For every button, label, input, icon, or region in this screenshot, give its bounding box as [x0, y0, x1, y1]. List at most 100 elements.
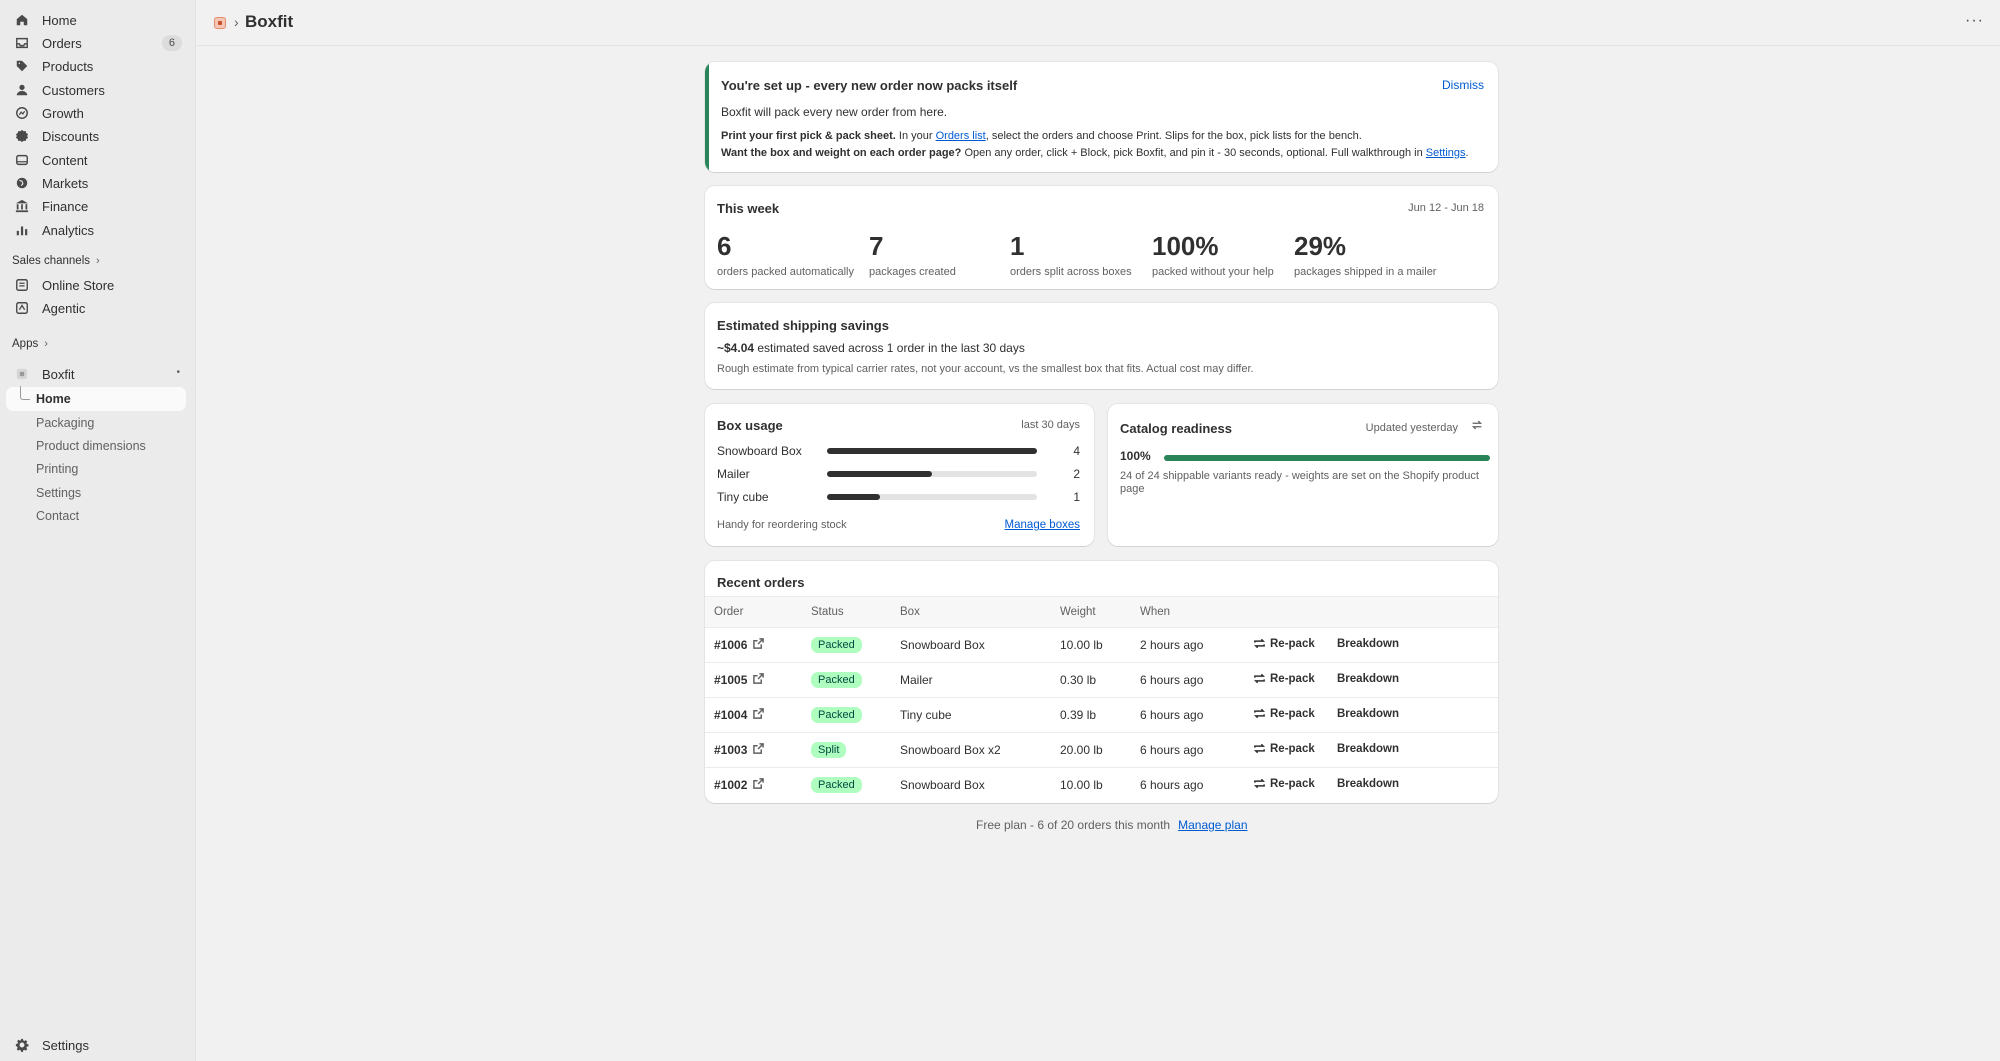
sidebar-item-label: Analytics — [42, 222, 95, 238]
sidebar-item-markets[interactable]: Markets — [12, 172, 188, 194]
savings-title: Estimated shipping savings — [717, 318, 889, 333]
app-subitem-product-dimensions[interactable]: Product dimensions — [36, 436, 146, 456]
growth-icon — [12, 106, 32, 120]
order-number-link[interactable]: #1005 — [714, 673, 765, 687]
week-stat: 100% packed without your help — [1152, 232, 1274, 278]
order-number-link[interactable]: #1002 — [714, 778, 765, 792]
boxfit-app-icon — [12, 367, 32, 381]
sidebar-item-growth[interactable]: Growth — [12, 102, 188, 124]
sidebar-item-boxfit[interactable]: Boxfit • — [12, 363, 188, 385]
sidebar-item-settings[interactable]: Settings — [12, 1034, 188, 1056]
box-count: 2 — [1073, 467, 1080, 481]
box-usage-card: Box usage last 30 days Snowboard Box 4 Mai… — [705, 404, 1094, 546]
box-cell: Tiny cube — [900, 708, 952, 722]
sidebar-item-content[interactable]: Content — [12, 149, 188, 171]
savings-amount: ~$4.04 — [717, 341, 755, 355]
sidebar-item-products[interactable]: Products — [12, 55, 188, 77]
repack-button[interactable]: Re-pack — [1253, 672, 1315, 685]
week-stat: 1 orders split across boxes — [1010, 232, 1132, 278]
sidebar-item-label: Finance — [42, 198, 89, 214]
sidebar-item-label: Products — [42, 58, 94, 74]
app-subitem-settings[interactable]: Settings — [36, 483, 81, 503]
order-number-link[interactable]: #1004 — [714, 708, 765, 722]
box-usage-title: Box usage — [717, 418, 783, 433]
apps-header[interactable]: Apps › — [12, 338, 48, 350]
order-number-link[interactable]: #1006 — [714, 638, 765, 652]
discount-icon — [12, 129, 32, 143]
breakdown-button[interactable]: Breakdown — [1337, 638, 1399, 650]
box-usage-bar — [827, 494, 880, 500]
app-subitem-packaging[interactable]: Packaging — [36, 413, 94, 433]
savings-note: Rough estimate from typical carrier rate… — [717, 363, 1254, 375]
repack-button[interactable]: Re-pack — [1253, 777, 1315, 790]
store-icon — [12, 278, 32, 292]
box-cell: Snowboard Box x2 — [900, 743, 1001, 757]
recent-orders-title: Recent orders — [717, 575, 805, 590]
stat-value: 100% — [1152, 231, 1219, 261]
app-subitem-home[interactable]: Home — [36, 389, 71, 409]
table-row: #1002 Packed Snowboard Box 10.00 lb 6 hours … — [705, 768, 1498, 803]
orders-count-badge: 6 — [161, 35, 182, 51]
table-row: #1005 Packed Mailer 0.30 lb 6 hours ago Re-pa… — [705, 663, 1498, 698]
sidebar-item-orders[interactable]: Orders 6 — [12, 32, 188, 54]
sales-channels-header[interactable]: Sales channels › — [12, 255, 100, 267]
app-subitem-printing[interactable]: Printing — [36, 459, 78, 479]
banner-title: You're set up - every new order now pack… — [721, 78, 1018, 93]
weight-cell: 20.00 lb — [1060, 743, 1103, 757]
external-link-icon — [753, 673, 765, 687]
sidebar-item-label: Orders — [42, 35, 82, 51]
sidebar-item-online-store[interactable]: Online Store — [12, 274, 188, 296]
refresh-icon[interactable] — [1470, 418, 1484, 435]
repack-button[interactable]: Re-pack — [1253, 742, 1315, 755]
breakdown-button[interactable]: Breakdown — [1337, 743, 1399, 755]
page-title: Boxfit — [245, 12, 294, 31]
repack-button[interactable]: Re-pack — [1253, 637, 1315, 650]
sidebar-item-agentic[interactable]: Agentic — [12, 297, 188, 319]
status-badge: Packed — [811, 707, 862, 723]
chevron-right-icon: › — [44, 338, 48, 350]
manage-boxes-link[interactable]: Manage boxes — [1005, 519, 1080, 531]
orders-list-link[interactable]: Orders list — [936, 130, 986, 142]
settings-link[interactable]: Settings — [1426, 147, 1466, 159]
manage-plan-link[interactable]: Manage plan — [1178, 818, 1247, 832]
external-link-icon — [753, 708, 765, 722]
col-order: Order — [714, 606, 744, 618]
repack-button[interactable]: Re-pack — [1253, 707, 1315, 720]
content-icon — [12, 153, 32, 167]
breakdown-button[interactable]: Breakdown — [1337, 778, 1399, 790]
banner-line-1: Boxfit will pack every new order from he… — [721, 105, 948, 119]
order-number-link[interactable]: #1003 — [714, 743, 765, 757]
table-row: #1004 Packed Tiny cube 0.39 lb 6 hours ago Re… — [705, 698, 1498, 733]
sidebar-item-home[interactable]: Home — [12, 9, 188, 31]
table-header: Order Status Box Weight When — [705, 596, 1498, 628]
box-usage-row: Snowboard Box 4 — [717, 442, 1082, 460]
sidebar-item-label: Discounts — [42, 128, 100, 144]
banner-line-2: Print your first pick & pack sheet. In y… — [721, 130, 1362, 142]
gear-icon — [12, 1038, 32, 1052]
globe-icon — [12, 176, 32, 190]
more-actions-icon[interactable]: ··· — [1965, 12, 1984, 30]
breakdown-button[interactable]: Breakdown — [1337, 673, 1399, 685]
sidebar-item-customers[interactable]: Customers — [12, 79, 188, 101]
sidebar-item-label: Markets — [42, 175, 89, 191]
banner-line-3: Want the box and weight on each order pa… — [721, 147, 1469, 159]
bank-icon — [12, 199, 32, 213]
status-badge: Packed — [811, 672, 862, 688]
stat-label: packed without your help — [1152, 266, 1274, 278]
week-stat: 29% packages shipped in a mailer — [1294, 232, 1436, 278]
sidebar-item-discounts[interactable]: Discounts — [12, 125, 188, 147]
col-status: Status — [811, 606, 844, 618]
sidebar-item-finance[interactable]: Finance — [12, 195, 188, 217]
stat-value: 29% — [1294, 231, 1347, 261]
box-usage-row: Tiny cube 1 — [717, 488, 1082, 506]
breakdown-button[interactable]: Breakdown — [1337, 708, 1399, 720]
sidebar-item-analytics[interactable]: Analytics — [12, 219, 188, 241]
week-date-range: Jun 12 - Jun 18 — [1408, 202, 1484, 214]
shipping-savings-card: Estimated shipping savings ~$4.04 estima… — [705, 303, 1498, 389]
catalog-readiness-card: Catalog readiness Updated yesterday 100%… — [1108, 404, 1498, 546]
col-box: Box — [900, 606, 920, 618]
dismiss-button[interactable]: Dismiss — [1442, 78, 1484, 92]
app-subitem-contact[interactable]: Contact — [36, 506, 79, 526]
repack-icon — [1253, 637, 1266, 650]
box-usage-row: Mailer 2 — [717, 465, 1082, 483]
